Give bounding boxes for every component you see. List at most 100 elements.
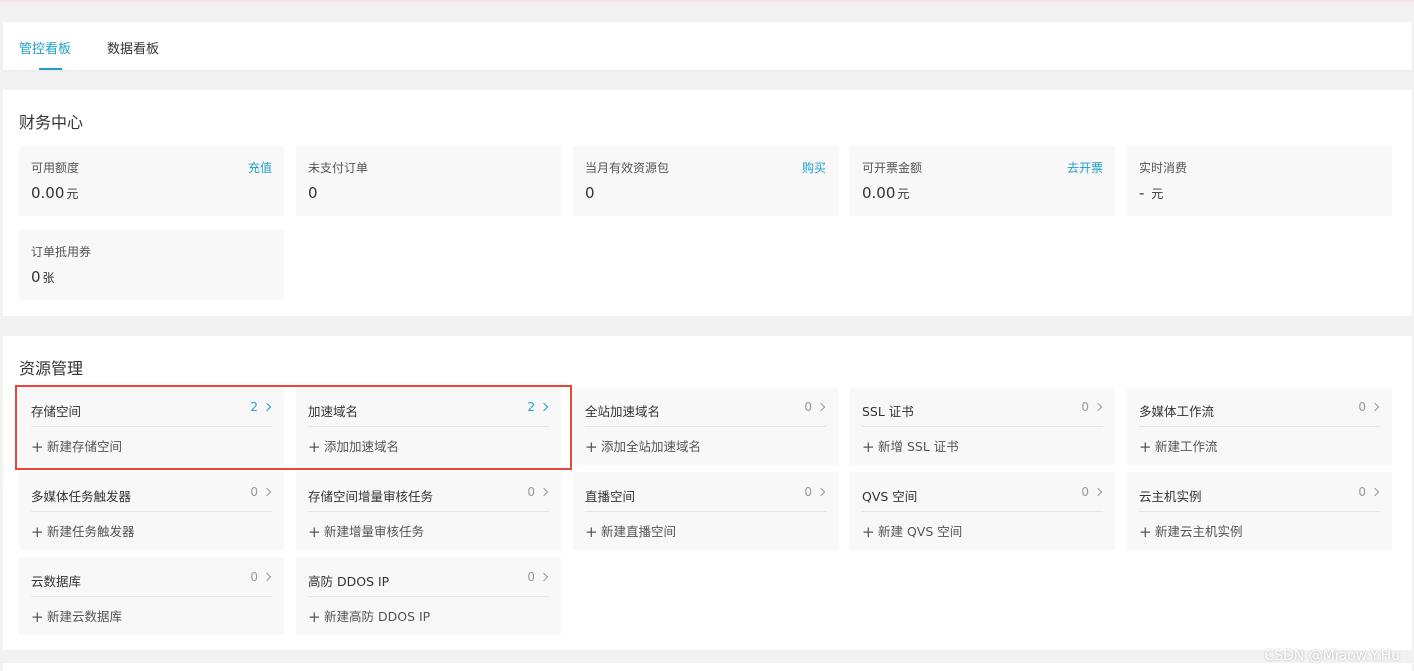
resource-count-link[interactable]: 2 [527, 400, 549, 414]
card-label: 实时消费 [1139, 161, 1188, 175]
resource-count: 0 [804, 400, 812, 414]
resource-card: 云主机实例 0 + 新建云主机实例 [1127, 472, 1392, 550]
create-resource-button[interactable]: + 新增 SSL 证书 [862, 436, 959, 456]
resource-card: 全站加速域名 0 + 添加全站加速域名 [573, 387, 838, 465]
resource-card-title: 加速域名 [308, 404, 359, 419]
divider [31, 426, 272, 427]
chevron-right-icon [262, 402, 272, 412]
resource-count-link[interactable]: 0 [1358, 485, 1380, 499]
card-value: - 元 [1139, 184, 1164, 202]
resource-card-title: 云数据库 [31, 574, 82, 589]
create-resource-button[interactable]: + 新建云主机实例 [1139, 521, 1243, 541]
resource-panel: 资源管理 存储空间 2 + 新建存储空间 加速域名 2 + 添加加速域名 全站加速域名 0 + 添加全… [3, 336, 1412, 650]
chevron-right-icon [816, 402, 826, 412]
create-resource-button[interactable]: + 添加全站加速域名 [585, 436, 701, 456]
plus-icon: + [862, 523, 875, 541]
resource-card-title: 多媒体任务触发器 [31, 489, 132, 504]
divider [862, 426, 1103, 427]
resource-count-link[interactable]: 0 [250, 570, 272, 584]
create-resource-label: 添加加速域名 [324, 439, 400, 454]
tab-control-board[interactable]: 管控看板 [19, 38, 71, 57]
resource-count-link[interactable]: 0 [804, 400, 826, 414]
divider [862, 511, 1103, 512]
resource-count: 0 [527, 485, 535, 499]
resource-count: 0 [1358, 400, 1366, 414]
resource-card-title: SSL 证书 [862, 404, 914, 419]
resource-count-link[interactable]: 0 [1081, 400, 1103, 414]
plus-icon: + [585, 438, 598, 456]
resource-count-link[interactable]: 0 [250, 485, 272, 499]
card-value: 0 [308, 184, 318, 202]
plus-icon: + [862, 438, 875, 456]
create-resource-button[interactable]: + 新建存储空间 [31, 436, 123, 456]
resource-count: 0 [1081, 485, 1089, 499]
resource-card: 多媒体工作流 0 + 新建工作流 [1127, 387, 1392, 465]
divider [585, 426, 826, 427]
resource-count: 0 [250, 570, 258, 584]
resource-card: QVS 空间 0 + 新建 QVS 空间 [850, 472, 1115, 550]
plus-icon: + [1139, 438, 1152, 456]
resource-card: 存储空间 2 + 新建存储空间 [19, 387, 284, 465]
recharge-link[interactable]: 充值 [248, 159, 272, 176]
top-strip [0, 0, 1414, 4]
chevron-right-icon [539, 487, 549, 497]
create-resource-button[interactable]: + 新建 QVS 空间 [862, 521, 962, 541]
chevron-right-icon [262, 572, 272, 582]
card-label: 订单抵用券 [31, 245, 92, 259]
chevron-right-icon [1370, 487, 1380, 497]
resource-card-title: 存储空间增量审核任务 [308, 489, 434, 504]
resource-card-title: 全站加速域名 [585, 404, 661, 419]
create-resource-label: 新建云数据库 [47, 609, 123, 624]
card-label: 可开票金额 [862, 161, 923, 175]
resource-card-title: 存储空间 [31, 404, 82, 419]
divider [1139, 426, 1380, 427]
create-resource-button[interactable]: + 新建增量审核任务 [308, 521, 424, 541]
create-resource-button[interactable]: + 新建云数据库 [31, 606, 123, 626]
resource-count-link[interactable]: 0 [1358, 400, 1380, 414]
create-resource-label: 新建任务触发器 [47, 524, 135, 539]
plus-icon: + [308, 438, 321, 456]
create-resource-label: 新建存储空间 [47, 439, 123, 454]
chevron-right-icon [1093, 487, 1103, 497]
buy-link[interactable]: 购买 [802, 159, 826, 176]
create-resource-label: 新建直播空间 [601, 524, 677, 539]
create-resource-button[interactable]: + 添加加速域名 [308, 436, 400, 456]
invoice-link[interactable]: 去开票 [1067, 159, 1103, 176]
resource-count-link[interactable]: 0 [527, 570, 549, 584]
card-value: 0.00 元 [862, 184, 910, 202]
finance-card-realtime: 实时消费 - 元 [1127, 146, 1392, 216]
resource-card-title: 高防 DDOS IP [308, 574, 390, 589]
create-resource-label: 新建工作流 [1155, 439, 1218, 454]
active-tab-indicator [39, 68, 62, 70]
create-resource-button[interactable]: + 新建任务触发器 [31, 521, 135, 541]
resource-count-link[interactable]: 2 [250, 400, 272, 414]
finance-card-available: 可用额度 充值 0.00 元 [19, 146, 284, 216]
card-label: 未支付订单 [308, 161, 369, 175]
resource-count: 0 [1081, 400, 1089, 414]
divider [31, 596, 272, 597]
divider [31, 511, 272, 512]
resource-card-title: 直播空间 [585, 489, 636, 504]
resource-count: 0 [804, 485, 812, 499]
finance-card-voucher: 订单抵用券 0张 [19, 230, 284, 300]
resource-card-title: 云主机实例 [1139, 489, 1202, 504]
resource-count-link[interactable]: 0 [804, 485, 826, 499]
card-value: 0 [585, 184, 595, 202]
resource-count-link[interactable]: 0 [1081, 485, 1103, 499]
plus-icon: + [308, 608, 321, 626]
resource-card: 直播空间 0 + 新建直播空间 [573, 472, 838, 550]
resource-count: 0 [250, 485, 258, 499]
divider [585, 511, 826, 512]
tab-data-board[interactable]: 数据看板 [107, 38, 159, 57]
card-label: 可用额度 [31, 161, 80, 175]
resource-card: SSL 证书 0 + 新增 SSL 证书 [850, 387, 1115, 465]
create-resource-button[interactable]: + 新建高防 DDOS IP [308, 606, 430, 626]
create-resource-button[interactable]: + 新建工作流 [1139, 436, 1218, 456]
resource-count-link[interactable]: 0 [527, 485, 549, 499]
plus-icon: + [585, 523, 598, 541]
tab-bar: 管控看板 数据看板 [3, 22, 1412, 70]
create-resource-button[interactable]: + 新建直播空间 [585, 521, 677, 541]
divider [1139, 511, 1380, 512]
plus-icon: + [31, 438, 44, 456]
card-value: 0张 [31, 268, 55, 286]
